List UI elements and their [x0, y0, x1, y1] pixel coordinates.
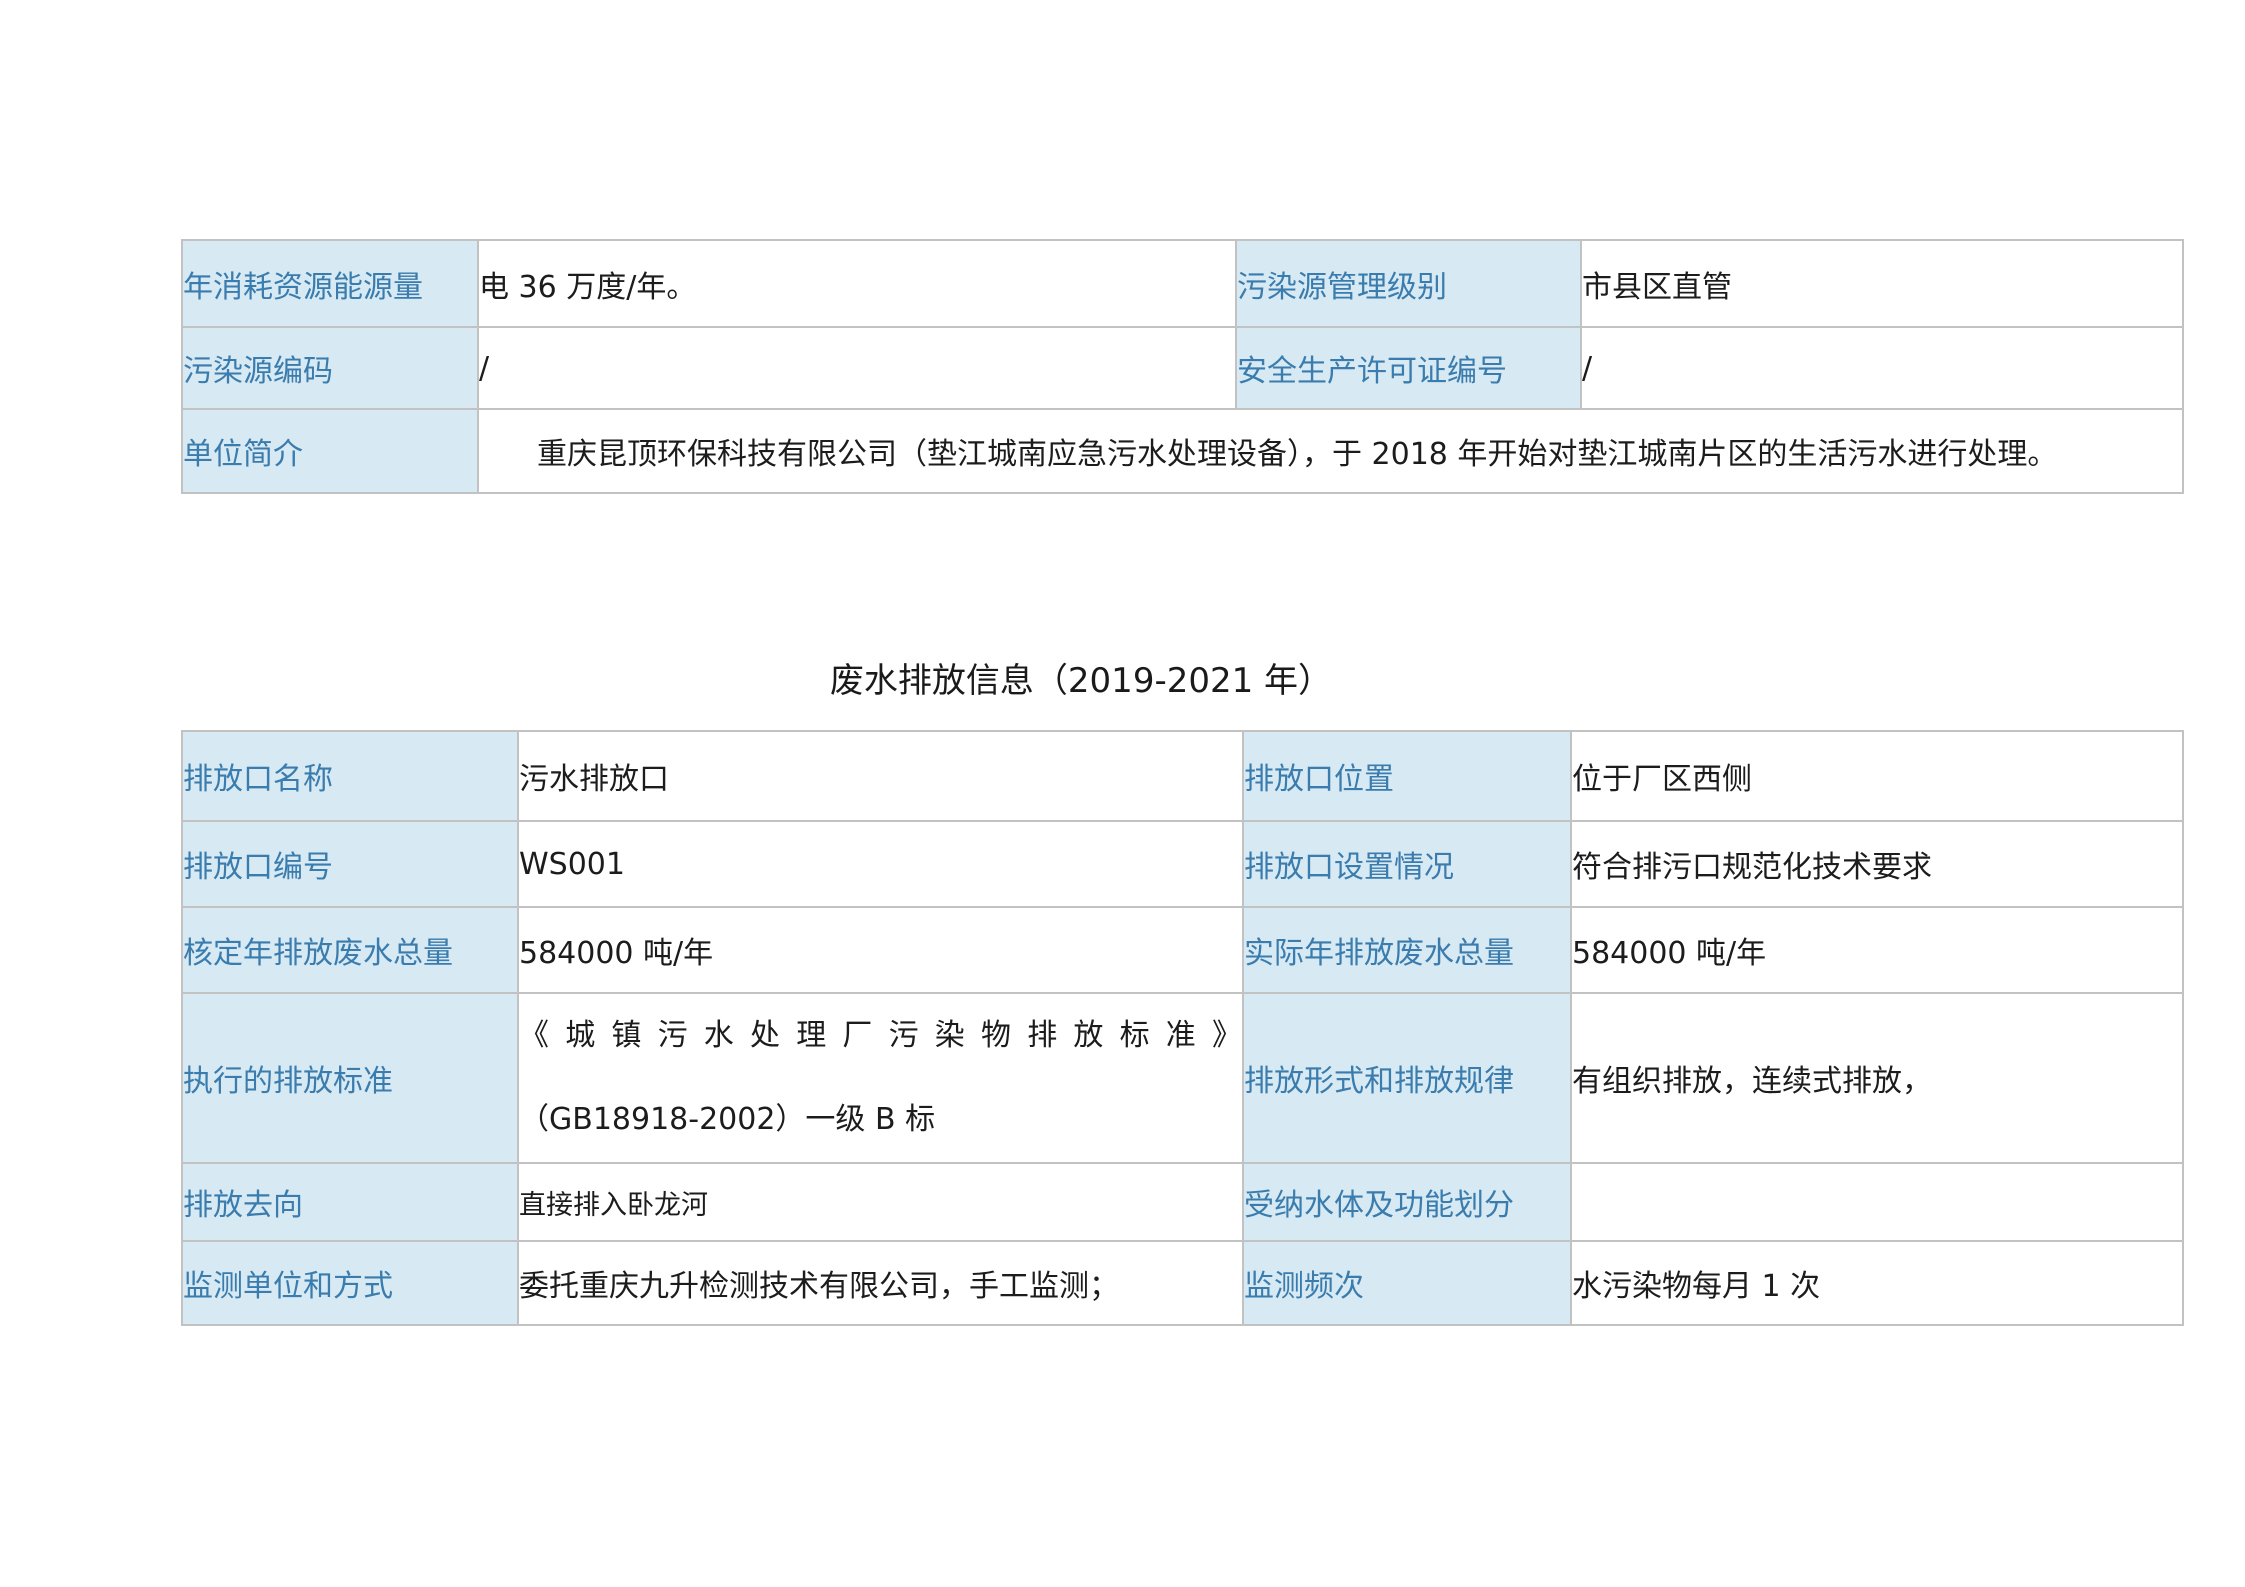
table-row: 污染源编码 / 安全生产许可证编号 / [182, 327, 2183, 409]
value-receiving-water-body [1571, 1163, 2183, 1241]
value-outlet-number: WS001 [518, 821, 1243, 907]
label-outlet-number: 排放口编号 [182, 821, 518, 907]
table-row: 排放口编号 WS001 排放口设置情况 符合排污口规范化技术要求 [182, 821, 2183, 907]
value-monitoring-unit-method: 委托重庆九升检测技术有限公司，手工监测； [518, 1241, 1243, 1325]
label-pollution-source-mgmt-level: 污染源管理级别 [1236, 240, 1581, 327]
label-pollution-source-code: 污染源编码 [182, 327, 478, 409]
value-discharge-standard-line2: （GB18918-2002）一级 B 标 [519, 1078, 1242, 1162]
label-outlet-location: 排放口位置 [1243, 731, 1571, 821]
value-safety-production-license-no: / [1581, 327, 2183, 409]
value-company-profile: 重庆昆顶环保科技有限公司（垫江城南应急污水处理设备），于 2018 年开始对垫江… [478, 409, 2183, 493]
value-discharge-destination: 直接排入卧龙河 [518, 1163, 1243, 1241]
label-approved-annual-wastewater: 核定年排放废水总量 [182, 907, 518, 993]
value-pollution-source-mgmt-level: 市县区直管 [1581, 240, 2183, 327]
value-pollution-source-code: / [478, 327, 1236, 409]
label-actual-annual-wastewater: 实际年排放废水总量 [1243, 907, 1571, 993]
facility-info-table: 年消耗资源能源量 电 36 万度/年。 污染源管理级别 市县区直管 污染源编码 … [181, 239, 2184, 494]
value-discharge-standard-line1: 《城镇污水处理厂污染物排放标准》 [519, 994, 1242, 1078]
table-row: 核定年排放废水总量 584000 吨/年 实际年排放废水总量 584000 吨/… [182, 907, 2183, 993]
value-monitoring-frequency: 水污染物每月 1 次 [1571, 1241, 2183, 1325]
label-company-profile: 单位简介 [182, 409, 478, 493]
label-discharge-mode-pattern: 排放形式和排放规律 [1243, 993, 1571, 1163]
value-discharge-mode-pattern: 有组织排放，连续式排放， [1571, 993, 2183, 1163]
label-annual-resource-energy: 年消耗资源能源量 [182, 240, 478, 327]
label-outlet-name: 排放口名称 [182, 731, 518, 821]
value-actual-annual-wastewater: 584000 吨/年 [1571, 907, 2183, 993]
label-outlet-setup-status: 排放口设置情况 [1243, 821, 1571, 907]
label-monitoring-unit-method: 监测单位和方式 [182, 1241, 518, 1325]
wastewater-discharge-table: 排放口名称 污水排放口 排放口位置 位于厂区西侧 排放口编号 WS001 排放口… [181, 730, 2184, 1326]
value-discharge-standard: 《城镇污水处理厂污染物排放标准》 （GB18918-2002）一级 B 标 [518, 993, 1243, 1163]
label-monitoring-frequency: 监测频次 [1243, 1241, 1571, 1325]
value-outlet-name: 污水排放口 [518, 731, 1243, 821]
label-safety-production-license-no: 安全生产许可证编号 [1236, 327, 1581, 409]
value-approved-annual-wastewater: 584000 吨/年 [518, 907, 1243, 993]
value-outlet-setup-status: 符合排污口规范化技术要求 [1571, 821, 2183, 907]
label-discharge-standard: 执行的排放标准 [182, 993, 518, 1163]
value-outlet-location: 位于厂区西侧 [1571, 731, 2183, 821]
table-row: 排放口名称 污水排放口 排放口位置 位于厂区西侧 [182, 731, 2183, 821]
table-row: 排放去向 直接排入卧龙河 受纳水体及功能划分 [182, 1163, 2183, 1241]
table-row: 执行的排放标准 《城镇污水处理厂污染物排放标准》 （GB18918-2002）一… [182, 993, 2183, 1163]
table-row: 监测单位和方式 委托重庆九升检测技术有限公司，手工监测； 监测频次 水污染物每月… [182, 1241, 2183, 1325]
label-discharge-destination: 排放去向 [182, 1163, 518, 1241]
label-receiving-water-body: 受纳水体及功能划分 [1243, 1163, 1571, 1241]
table-row: 年消耗资源能源量 电 36 万度/年。 污染源管理级别 市县区直管 [182, 240, 2183, 327]
value-annual-resource-energy: 电 36 万度/年。 [478, 240, 1236, 327]
table-row: 单位简介 重庆昆顶环保科技有限公司（垫江城南应急污水处理设备），于 2018 年… [182, 409, 2183, 493]
section-title: 废水排放信息（2019-2021 年） [0, 655, 2162, 707]
